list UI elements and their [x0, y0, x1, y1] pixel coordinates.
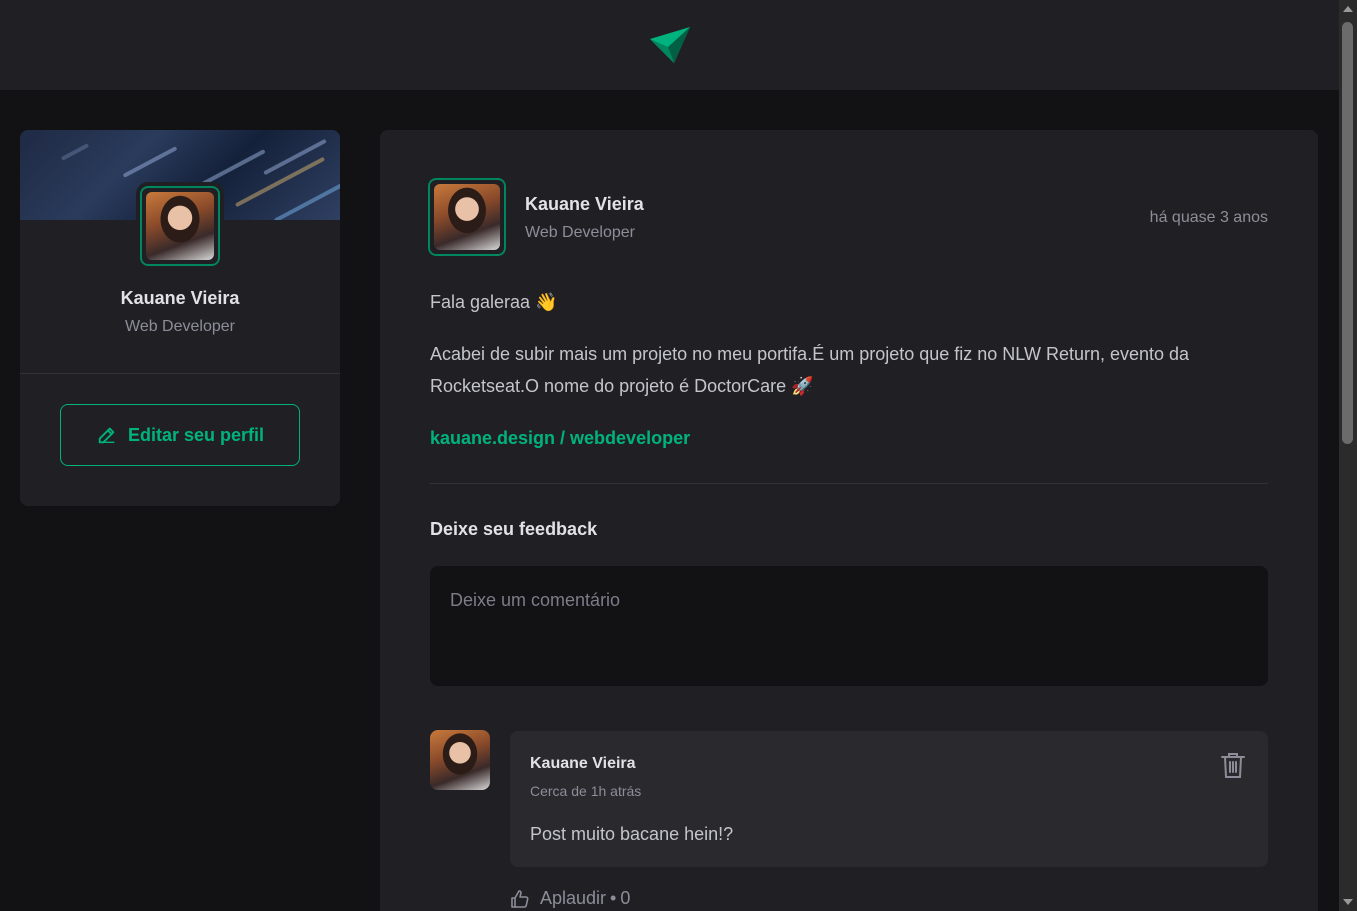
thumbs-up-icon [511, 889, 529, 908]
comment-timestamp: Cerca de 1h atrás [530, 783, 642, 799]
scrollbar[interactable] [1339, 0, 1357, 911]
avatar-image [430, 730, 490, 790]
author-name: Kauane Vieira [525, 194, 644, 214]
pencil-icon [98, 427, 115, 444]
edit-profile-button[interactable]: Editar seu perfil [60, 404, 300, 466]
applaud-button[interactable]: Aplaudir • 0 [510, 888, 630, 909]
comment-text: Post muito bacane hein!? [530, 824, 734, 844]
applaud-count: 0 [620, 888, 631, 908]
divider [20, 373, 340, 374]
comment-card: Kauane Vieira Cerca de 1h atrás Post mui… [510, 731, 1268, 867]
profile-role: Web Developer [125, 318, 235, 335]
profile-name: Kauane Vieira [120, 288, 240, 308]
post-content: Fala galeraa 👋 Acabei de subir mais um p… [430, 286, 1270, 454]
edit-profile-label: Editar seu perfil [127, 424, 265, 445]
applaud-separator: • [610, 888, 617, 908]
avatar-image [434, 184, 500, 250]
avatar[interactable] [136, 182, 224, 270]
feedback-title: Deixe seu feedback [430, 519, 598, 539]
comment-input[interactable] [430, 566, 1268, 686]
trash-icon[interactable] [1220, 751, 1246, 779]
applaud-label: Aplaudir [540, 888, 607, 908]
divider [430, 483, 1268, 484]
scroll-up-arrow-icon[interactable] [1343, 6, 1353, 12]
post-link[interactable]: kauane.design / webdeveloper [430, 428, 690, 448]
post-timestamp: há quase 3 anos [1149, 209, 1268, 226]
post-body: Acabei de subir mais um projeto no meu p… [430, 344, 1190, 396]
comment-author: Kauane Vieira [530, 755, 636, 772]
scroll-thumb[interactable] [1342, 22, 1353, 444]
post-greeting: Fala galeraa 👋 [430, 292, 558, 312]
author-avatar[interactable] [424, 174, 510, 260]
post-card: Kauane Vieira Web Developer há quase 3 a… [380, 130, 1318, 911]
author-role: Web Developer [525, 224, 635, 241]
avatar-image [146, 192, 214, 260]
app-header [0, 0, 1339, 90]
scroll-down-arrow-icon[interactable] [1343, 899, 1353, 905]
comment-avatar[interactable] [430, 730, 490, 790]
profile-sidebar: Kauane Vieira Web Developer Editar seu p… [20, 130, 340, 506]
paper-plane-logo-icon[interactable] [648, 25, 692, 65]
